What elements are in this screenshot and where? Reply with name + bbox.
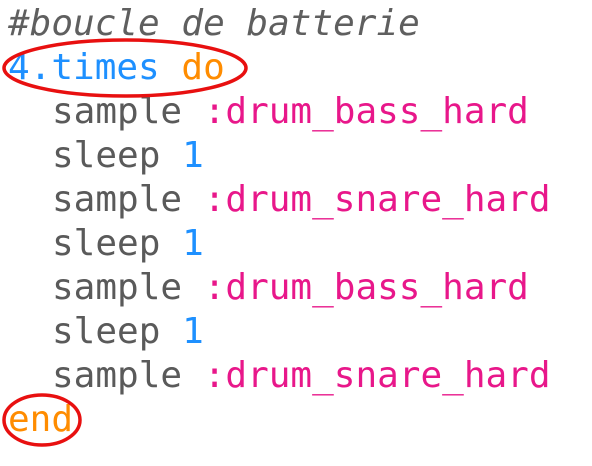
sample-symbol: :drum_bass_hard (203, 267, 529, 308)
code-line-sleep: sleep 1 (8, 222, 204, 266)
code-line-sleep: sleep 1 (8, 134, 204, 178)
sleep-function: sleep (52, 135, 161, 176)
sample-function: sample (52, 91, 183, 132)
end-keyword: end (8, 399, 74, 440)
sample-symbol: :drum_snare_hard (203, 355, 551, 396)
code-line-sample: sample :drum_bass_hard (8, 266, 529, 310)
sleep-function: sleep (52, 311, 161, 352)
sample-function: sample (52, 267, 183, 308)
sleep-duration-number: 1 (182, 311, 204, 352)
code-line-sample: sample :drum_bass_hard (8, 90, 529, 134)
loop-count-number: 4 (8, 47, 30, 88)
code-line-sample: sample :drum_snare_hard (8, 354, 551, 398)
code-line-loop-start: 4.times do (8, 46, 225, 90)
do-keyword: do (181, 47, 225, 88)
code-line-sleep: sleep 1 (8, 310, 204, 354)
sample-symbol: :drum_bass_hard (203, 91, 529, 132)
times-method: .times (29, 47, 160, 88)
code-line-loop-end: end (8, 398, 73, 442)
sleep-function: sleep (52, 223, 161, 264)
sample-function: sample (52, 355, 183, 396)
code-line-comment: #boucle de batterie (8, 2, 420, 46)
sleep-duration-number: 1 (182, 223, 204, 264)
sleep-duration-number: 1 (182, 135, 204, 176)
code-editor[interactable]: #boucle de batterie 4.times do sample :d… (0, 0, 592, 466)
comment-text: #boucle de batterie (8, 3, 420, 44)
code-line-sample: sample :drum_snare_hard (8, 178, 551, 222)
sample-symbol: :drum_snare_hard (203, 179, 551, 220)
sample-function: sample (52, 179, 183, 220)
